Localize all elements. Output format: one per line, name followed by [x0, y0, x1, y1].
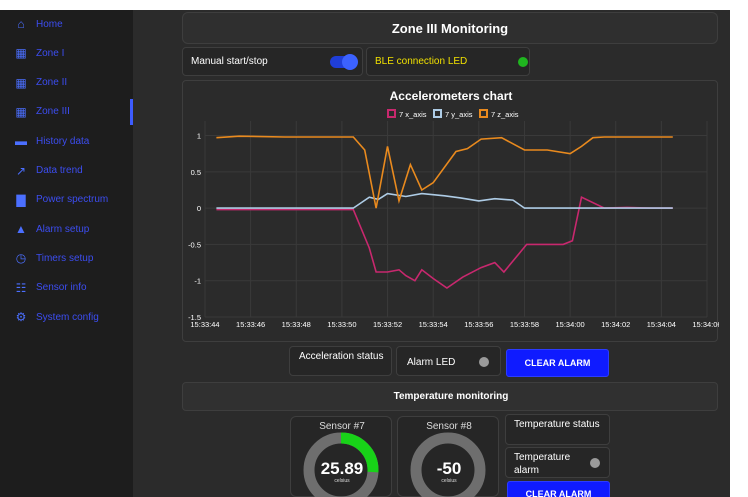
toggle-knob — [342, 54, 358, 70]
sidebar: ⌂ Home ▦ Zone I ▦ Zone II ▦ Zone III ▬ History da… — [0, 10, 133, 497]
sidebar-item-zone-iii[interactable]: ▦ Zone III — [0, 98, 133, 125]
sidebar-item-zone-i[interactable]: ▦ Zone I — [0, 42, 133, 64]
x-tick-label: 15:33:54 — [419, 320, 448, 329]
temperature-status-label: Temperature status — [514, 419, 600, 430]
y-tick-label: 1 — [197, 132, 201, 141]
sidebar-item-timers-setup[interactable]: ◷ Timers setup — [0, 247, 133, 269]
bar-chart-icon: ▇ — [16, 192, 26, 207]
manual-start-stop-label: Manual start/stop — [191, 56, 268, 67]
y-tick-label: -0.5 — [188, 240, 201, 249]
sidebar-item-label: Home — [36, 18, 63, 30]
series-line-7-x_axis — [216, 196, 673, 289]
sidebar-item-label: Alarm setup — [36, 223, 90, 235]
x-tick-label: 15:33:52 — [373, 320, 402, 329]
sidebar-item-label: Power spectrum — [36, 194, 109, 206]
x-tick-label: 15:34:00 — [555, 320, 584, 329]
page-title: Zone III Monitoring — [182, 12, 718, 44]
sensor-8-unit: celsius — [441, 478, 457, 484]
acceleration-status-label: Acceleration status — [299, 351, 384, 362]
sidebar-item-power-spectrum[interactable]: ▇ Power spectrum — [0, 189, 133, 211]
legend-swatch — [479, 109, 488, 118]
zone-icon: ▦ — [15, 75, 27, 90]
x-tick-label: 15:34:04 — [647, 320, 676, 329]
accelerometers-chart: Accelerometers chart10.50-0.5-1-1.515:33… — [188, 89, 722, 329]
y-tick-label: -1 — [194, 277, 201, 286]
alarm-led-box: Alarm LED — [396, 346, 501, 376]
sidebar-item-label: Data trend — [36, 165, 83, 176]
sensor-7-card: Sensor #7 25.89 celsius — [290, 416, 392, 497]
zone-icon: ▦ — [15, 46, 27, 61]
x-tick-label: 15:33:46 — [236, 320, 265, 329]
ble-connection-box: BLE connection LED — [366, 47, 530, 76]
app-window: ⌂ Home ▦ Zone I ▦ Zone II ▦ Zone III ▬ History da… — [0, 10, 730, 497]
alarm-icon: ▲ — [15, 222, 27, 237]
ble-connection-led — [518, 57, 528, 67]
sidebar-item-home[interactable]: ⌂ Home — [0, 13, 133, 35]
legend-swatch — [433, 109, 442, 118]
sidebar-item-label: Zone I — [36, 47, 65, 59]
zone-icon: ▦ — [15, 104, 27, 119]
alarm-led-label: Alarm LED — [407, 357, 456, 368]
temperature-alarm-led — [590, 458, 600, 468]
ble-connection-label: BLE connection LED — [375, 56, 468, 67]
temperature-alarm-label: Temperature alarm — [514, 452, 571, 476]
acceleration-status-box: Acceleration status — [289, 346, 392, 376]
x-tick-label: 15:33:48 — [282, 320, 311, 329]
sidebar-item-label: Zone II — [36, 77, 68, 89]
sensor-7-value: 25.89 — [320, 459, 364, 478]
legend-label: 7 x_axis — [399, 110, 427, 119]
chart-title: Accelerometers chart — [390, 89, 513, 103]
clock-icon: ◷ — [15, 251, 27, 266]
x-tick-label: 15:33:56 — [464, 320, 493, 329]
sensor-8-value: -50 — [436, 459, 462, 478]
y-tick-label: 0.5 — [191, 168, 201, 177]
folder-icon: ▬ — [15, 134, 27, 149]
sidebar-item-label: Zone III — [36, 106, 70, 118]
x-tick-label: 15:33:58 — [510, 320, 539, 329]
y-tick-label: 0 — [197, 204, 201, 213]
temperature-monitoring-header: Temperature monitoring — [182, 382, 718, 411]
alarm-led — [479, 357, 489, 367]
sidebar-item-system-config[interactable]: ⚙ System config — [0, 306, 133, 328]
x-tick-label: 15:33:50 — [327, 320, 356, 329]
legend-swatch — [387, 109, 396, 118]
temperature-alarm-box: Temperature alarm — [505, 447, 610, 478]
sensor-info-icon: ☷ — [15, 280, 27, 295]
legend-label: 7 y_axis — [445, 110, 473, 119]
manual-start-stop-toggle[interactable] — [330, 54, 358, 70]
sidebar-item-history-data[interactable]: ▬ History data — [0, 130, 133, 152]
sidebar-item-zone-ii[interactable]: ▦ Zone II — [0, 72, 133, 94]
sidebar-item-data-trend[interactable]: ↗ Data trend — [0, 160, 133, 182]
gear-icon: ⚙ — [15, 310, 27, 324]
manual-start-stop-box: Manual start/stop — [182, 47, 363, 76]
temperature-clear-alarm-button[interactable]: CLEAR ALARM — [507, 481, 610, 497]
sidebar-item-label: Sensor info — [36, 282, 87, 294]
sidebar-item-label: History data — [36, 135, 90, 147]
main-area: Zone III Monitoring Manual start/stop BL… — [133, 10, 730, 497]
sidebar-item-label: Timers setup — [36, 252, 94, 264]
x-tick-label: 15:33:44 — [190, 320, 219, 329]
sidebar-item-alarm-setup[interactable]: ▲ Alarm setup — [0, 218, 133, 240]
sidebar-item-label: System config — [36, 311, 99, 323]
sensor-7-unit: celsius — [334, 478, 350, 484]
home-icon: ⌂ — [17, 17, 25, 31]
temperature-status-box: Temperature status — [505, 414, 610, 445]
trend-icon: ↗ — [15, 163, 27, 178]
x-tick-label: 15:34:02 — [601, 320, 630, 329]
legend-label: 7 z_axis — [491, 110, 519, 119]
clear-alarm-button[interactable]: CLEAR ALARM — [506, 349, 609, 377]
sidebar-item-sensor-info[interactable]: ☷ Sensor info — [0, 277, 133, 299]
accelerometers-chart-panel: Accelerometers chart 1 0.5 0 -0.5 -1 -1.5 15:33… — [182, 80, 722, 342]
series-line-7-y_axis — [216, 192, 673, 209]
temperature-monitoring-title: Temperature monitoring — [393, 391, 509, 402]
x-tick-label: 15:34:06 — [692, 320, 719, 329]
sensor-8-card: Sensor #8 -50 celsius — [397, 416, 499, 497]
